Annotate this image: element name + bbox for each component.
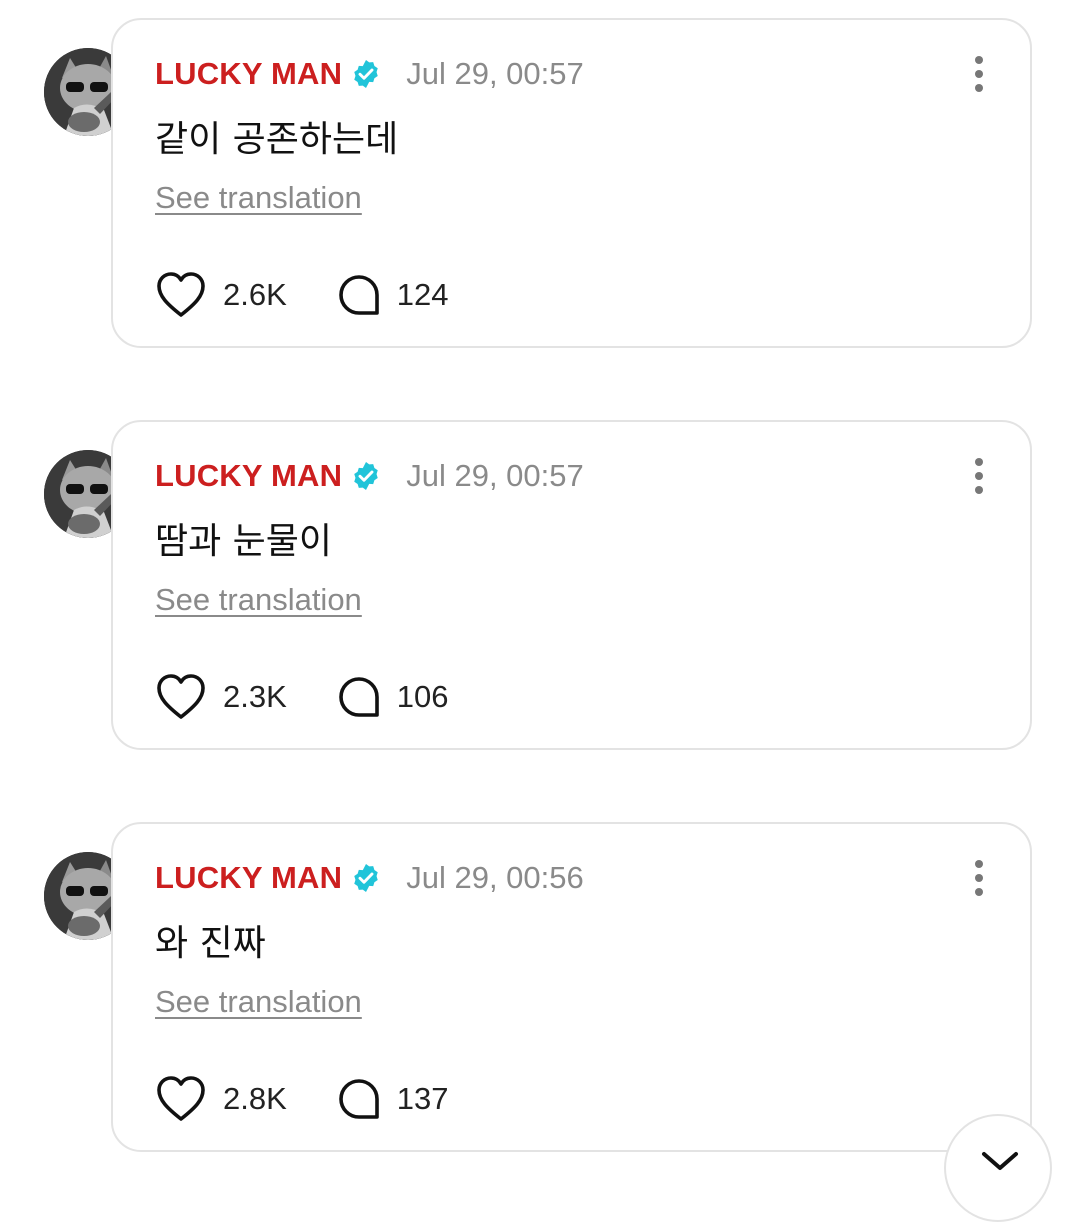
post-text: 땀과 눈물이 [155, 521, 333, 562]
heart-icon [157, 1076, 205, 1121]
post-item: LUCKY MAN Jul 29, 00:57 땀과 눈물이 See trans… [0, 420, 1079, 756]
comment-bubble-icon [338, 677, 379, 717]
comment-count: 137 [396, 1081, 449, 1116]
comment-button[interactable]: 124 [337, 273, 449, 317]
post-text: 와 진짜 [155, 923, 266, 964]
like-count: 2.6K [223, 277, 287, 312]
username[interactable]: LUCKY MAN [155, 56, 342, 92]
more-vertical-icon [975, 458, 983, 494]
more-options-button[interactable] [964, 54, 994, 94]
post-card: LUCKY MAN Jul 29, 00:57 땀과 눈물이 See trans… [111, 420, 1032, 750]
post-timestamp: Jul 29, 00:57 [406, 458, 584, 493]
like-count: 2.3K [223, 679, 287, 714]
scroll-down-button[interactable] [944, 1114, 1052, 1222]
comment-bubble-icon [338, 275, 379, 315]
like-button[interactable]: 2.8K [155, 1075, 287, 1123]
post-actions: 2.8K 137 [155, 1074, 449, 1124]
comment-count: 124 [396, 277, 449, 312]
like-button[interactable]: 2.3K [155, 673, 287, 721]
heart-icon [157, 674, 205, 719]
see-translation-link[interactable]: See translation [155, 582, 362, 618]
comment-count: 106 [396, 679, 449, 714]
comment-button[interactable]: 106 [337, 675, 449, 719]
post-text: 같이 공존하는데 [155, 119, 399, 160]
post-header: LUCKY MAN Jul 29, 00:57 [155, 454, 584, 498]
more-options-button[interactable] [964, 456, 994, 496]
more-vertical-icon [975, 56, 983, 92]
comment-button[interactable]: 137 [337, 1077, 449, 1121]
heart-icon [157, 272, 205, 317]
username[interactable]: LUCKY MAN [155, 458, 342, 494]
verified-badge-icon [350, 862, 382, 894]
chevron-down-icon [982, 1152, 1018, 1170]
verified-badge-icon [350, 58, 382, 90]
post-card: LUCKY MAN Jul 29, 00:57 같이 공존하는데 See tra… [111, 18, 1032, 348]
post-timestamp: Jul 29, 00:56 [406, 860, 584, 895]
username[interactable]: LUCKY MAN [155, 860, 342, 896]
post-header: LUCKY MAN Jul 29, 00:56 [155, 856, 584, 900]
post-timestamp: Jul 29, 00:57 [406, 56, 584, 91]
post-card: LUCKY MAN Jul 29, 00:56 와 진짜 See transla… [111, 822, 1032, 1152]
like-button[interactable]: 2.6K [155, 271, 287, 319]
more-options-button[interactable] [964, 858, 994, 898]
see-translation-link[interactable]: See translation [155, 984, 362, 1020]
post-item: LUCKY MAN Jul 29, 00:57 같이 공존하는데 See tra… [0, 18, 1079, 354]
more-vertical-icon [975, 860, 983, 896]
see-translation-link[interactable]: See translation [155, 180, 362, 216]
post-actions: 2.6K 124 [155, 270, 449, 320]
post-header: LUCKY MAN Jul 29, 00:57 [155, 52, 584, 96]
post-actions: 2.3K 106 [155, 672, 449, 722]
verified-badge-icon [350, 460, 382, 492]
like-count: 2.8K [223, 1081, 287, 1116]
post-item: LUCKY MAN Jul 29, 00:56 와 진짜 See transla… [0, 822, 1079, 1158]
comment-bubble-icon [338, 1079, 379, 1119]
